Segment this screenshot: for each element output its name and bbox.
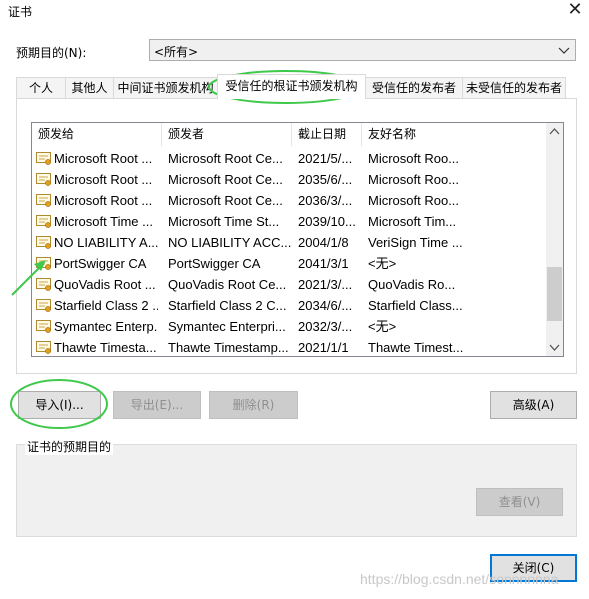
table-row[interactable]: Microsoft Root ... Microsoft Root Ce... 20… bbox=[32, 148, 545, 169]
table-row[interactable]: Symantec Enterp... Symantec Enterpri... 20… bbox=[32, 316, 545, 337]
scroll-down-icon[interactable] bbox=[546, 339, 563, 356]
column-header-friendly-name[interactable]: 友好名称 bbox=[362, 123, 545, 146]
cell-issued-to: Microsoft Root ... bbox=[54, 172, 153, 187]
cell-issued-by: Thawte Timestamp... bbox=[168, 340, 289, 355]
cell-expiration: 2021/3/... bbox=[298, 277, 353, 292]
certificate-icon bbox=[36, 194, 51, 207]
purpose-value: <所有> bbox=[154, 45, 199, 59]
vertical-scrollbar[interactable] bbox=[546, 123, 563, 356]
cell-expiration: 2039/10... bbox=[298, 214, 356, 229]
close-window-icon[interactable]: ✕ bbox=[566, 0, 584, 21]
cell-friendly-name: Microsoft Roo... bbox=[368, 151, 460, 166]
chevron-down-icon bbox=[558, 47, 570, 54]
table-row[interactable]: Microsoft Root ... Microsoft Root Ce... 20… bbox=[32, 169, 545, 190]
cell-friendly-name: <无> bbox=[368, 256, 397, 271]
import-button[interactable]: 导入(I)... bbox=[18, 391, 101, 419]
cell-expiration: 2021/1/1 bbox=[298, 340, 349, 355]
cell-issued-to: NO LIABILITY A... bbox=[54, 235, 158, 250]
cell-issued-to: PortSwigger CA bbox=[54, 256, 147, 271]
cell-issued-by: Microsoft Root Ce... bbox=[168, 193, 283, 208]
cell-issued-to: Symantec Enterp... bbox=[54, 319, 158, 334]
remove-button[interactable]: 删除(R) bbox=[209, 391, 298, 419]
cell-expiration: 2032/3/... bbox=[298, 319, 353, 334]
certificate-icon bbox=[36, 173, 51, 186]
cell-friendly-name: Microsoft Roo... bbox=[368, 172, 460, 187]
table-row[interactable]: Thawte Timesta... Thawte Timestamp... 2021… bbox=[32, 337, 545, 356]
column-header-expiration[interactable]: 截止日期 bbox=[292, 123, 362, 146]
cell-expiration: 2004/1/8 bbox=[298, 235, 349, 250]
cell-expiration: 2041/3/1 bbox=[298, 256, 349, 271]
certificate-icon bbox=[36, 257, 51, 270]
tab-intermediate-ca[interactable]: 中间证书颁发机构 bbox=[113, 77, 218, 98]
table-row[interactable]: Starfield Class 2 ... Starfield Class 2 C… bbox=[32, 295, 545, 316]
table-row[interactable]: Microsoft Time ... Microsoft Time St... 20… bbox=[32, 211, 545, 232]
table-row[interactable]: Microsoft Root ... Microsoft Root Ce... 20… bbox=[32, 190, 545, 211]
list-header: 颁发给 颁发者 截止日期 友好名称 bbox=[32, 123, 545, 146]
advanced-button[interactable]: 高级(A) bbox=[490, 391, 577, 419]
cell-friendly-name: VeriSign Time ... bbox=[368, 235, 463, 250]
certificate-icon bbox=[36, 320, 51, 333]
purpose-group-label: 证书的预期目的 bbox=[25, 438, 114, 455]
cell-expiration: 2021/5/... bbox=[298, 151, 353, 166]
cell-issued-to: QuoVadis Root ... bbox=[54, 277, 156, 292]
purpose-label: 预期目的(N): bbox=[16, 46, 87, 60]
cell-issued-by: PortSwigger CA bbox=[168, 256, 261, 271]
certificate-icon bbox=[36, 236, 51, 249]
certificate-list[interactable]: 颁发给 颁发者 截止日期 友好名称 Microsoft Root ... Micr… bbox=[31, 122, 564, 357]
cell-issued-by: Starfield Class 2 C... bbox=[168, 298, 287, 313]
cell-issued-by: Microsoft Time St... bbox=[168, 214, 280, 229]
cell-issued-by: Microsoft Root Ce... bbox=[168, 151, 283, 166]
cell-friendly-name: Starfield Class... bbox=[368, 298, 463, 313]
cell-issued-to: Starfield Class 2 ... bbox=[54, 298, 158, 313]
tab-untrusted-publishers[interactable]: 未受信任的发布者 bbox=[462, 77, 566, 98]
tab-other-people[interactable]: 其他人 bbox=[65, 77, 114, 98]
cell-friendly-name: Microsoft Tim... bbox=[368, 214, 457, 229]
table-row[interactable]: PortSwigger CA PortSwigger CA 2041/3/1 <无> bbox=[32, 253, 545, 274]
cell-issued-to: Microsoft Root ... bbox=[54, 193, 153, 208]
scroll-up-icon[interactable] bbox=[546, 123, 563, 140]
tab-personal[interactable]: 个人 bbox=[16, 77, 66, 98]
view-button[interactable]: 查看(V) bbox=[476, 488, 563, 516]
cell-expiration: 2034/6/... bbox=[298, 298, 353, 313]
cell-issued-by: QuoVadis Root Ce... bbox=[168, 277, 287, 292]
cell-expiration: 2036/3/... bbox=[298, 193, 353, 208]
tab-trusted-root-ca[interactable]: 受信任的根证书颁发机构 bbox=[217, 74, 366, 99]
cell-issued-by: Symantec Enterpri... bbox=[168, 319, 286, 334]
certificate-icon bbox=[36, 299, 51, 312]
cell-expiration: 2035/6/... bbox=[298, 172, 353, 187]
cell-friendly-name: Thawte Timest... bbox=[368, 340, 464, 355]
watermark-text: https://blog.csdn.net/sonnnnnna bbox=[360, 571, 559, 587]
column-header-issued-to[interactable]: 颁发给 bbox=[32, 123, 162, 146]
tab-trusted-publishers[interactable]: 受信任的发布者 bbox=[365, 77, 463, 98]
cell-issued-to: Microsoft Root ... bbox=[54, 151, 153, 166]
certificate-icon bbox=[36, 341, 51, 354]
certificate-icon bbox=[36, 278, 51, 291]
purpose-select[interactable]: <所有> bbox=[149, 39, 576, 61]
cell-issued-to: Thawte Timesta... bbox=[54, 340, 157, 355]
cell-issued-by: Microsoft Root Ce... bbox=[168, 172, 283, 187]
cell-friendly-name: Microsoft Roo... bbox=[368, 193, 460, 208]
window-title: 证书 bbox=[8, 5, 33, 19]
cell-issued-to: Microsoft Time ... bbox=[54, 214, 153, 229]
scroll-thumb[interactable] bbox=[547, 267, 562, 321]
cell-friendly-name: QuoVadis Ro... bbox=[368, 277, 456, 292]
cell-friendly-name: <无> bbox=[368, 319, 397, 334]
table-row[interactable]: QuoVadis Root ... QuoVadis Root Ce... 2021… bbox=[32, 274, 545, 295]
column-header-issued-by[interactable]: 颁发者 bbox=[162, 123, 292, 146]
table-row[interactable]: NO LIABILITY A... NO LIABILITY ACC... 2004… bbox=[32, 232, 545, 253]
certificate-icon bbox=[36, 215, 51, 228]
export-button[interactable]: 导出(E)... bbox=[113, 391, 201, 419]
certificate-icon bbox=[36, 152, 51, 165]
cell-issued-by: NO LIABILITY ACC... bbox=[168, 235, 292, 250]
